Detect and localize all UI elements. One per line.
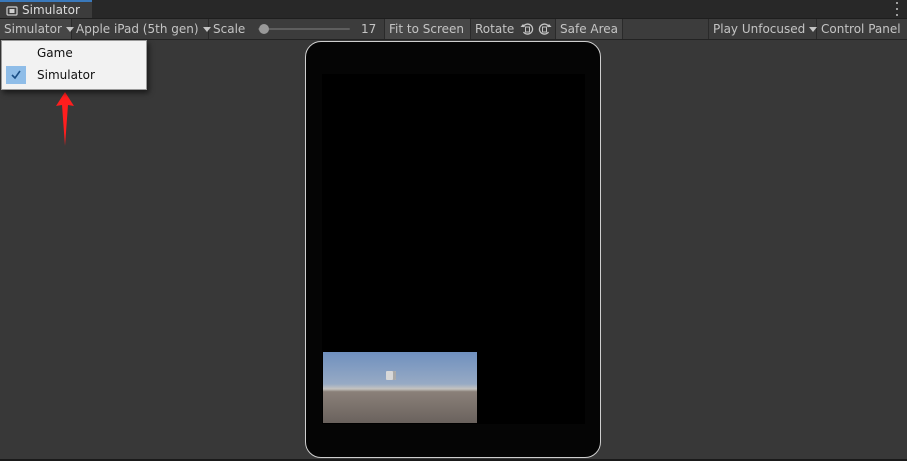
game-viewport: [323, 352, 477, 423]
annotation-arrow-icon: [56, 92, 74, 146]
scale-slider-thumb[interactable]: [259, 24, 269, 34]
safe-area-label: Safe Area: [560, 22, 619, 36]
control-panel-label: Control Panel: [821, 22, 901, 36]
view-menu: Game Simulator: [1, 40, 147, 90]
fit-to-screen-button[interactable]: Fit to Screen: [385, 19, 471, 39]
device-dropdown-label: Apple iPad (5th gen): [76, 22, 199, 36]
toolbar: Simulator Apple iPad (5th gen) Scale 17 …: [0, 19, 907, 40]
tab-simulator[interactable]: Simulator: [0, 0, 92, 18]
menu-item-simulator[interactable]: Simulator: [2, 64, 146, 86]
menu-item-label: Game: [37, 46, 73, 60]
device-dropdown[interactable]: Apple iPad (5th gen): [72, 19, 211, 39]
tab-title: Simulator: [22, 3, 80, 17]
menu-item-label: Simulator: [37, 68, 95, 82]
vertical-ellipsis-icon[interactable]: [895, 2, 899, 16]
rotate-label: Rotate: [475, 22, 515, 36]
simulator-window: Simulator Simulator Apple iPad (5th gen)…: [0, 0, 907, 461]
scene-cube: [386, 371, 396, 380]
rotate-left-icon[interactable]: [519, 21, 535, 37]
check-icon: [6, 66, 26, 84]
view-dropdown[interactable]: Simulator: [0, 19, 74, 39]
control-panel-button[interactable]: Control Panel: [817, 19, 907, 39]
rotate-control: Rotate: [471, 19, 556, 39]
menu-item-game[interactable]: Game: [2, 42, 146, 64]
checkmark-slot: [6, 44, 26, 62]
scale-label: Scale: [213, 22, 246, 36]
scale-slider-track[interactable]: [258, 28, 350, 30]
view-dropdown-label: Simulator: [4, 22, 62, 36]
scale-value: 17: [361, 22, 377, 36]
simulator-icon: [6, 5, 18, 16]
rotate-right-icon[interactable]: [537, 21, 553, 37]
play-mode-label: Play Unfocused: [713, 22, 806, 36]
safe-area-button[interactable]: Safe Area: [556, 19, 623, 39]
fit-to-screen-label: Fit to Screen: [389, 22, 464, 36]
play-mode-dropdown[interactable]: Play Unfocused: [708, 19, 818, 39]
tab-strip: Simulator: [0, 0, 907, 19]
